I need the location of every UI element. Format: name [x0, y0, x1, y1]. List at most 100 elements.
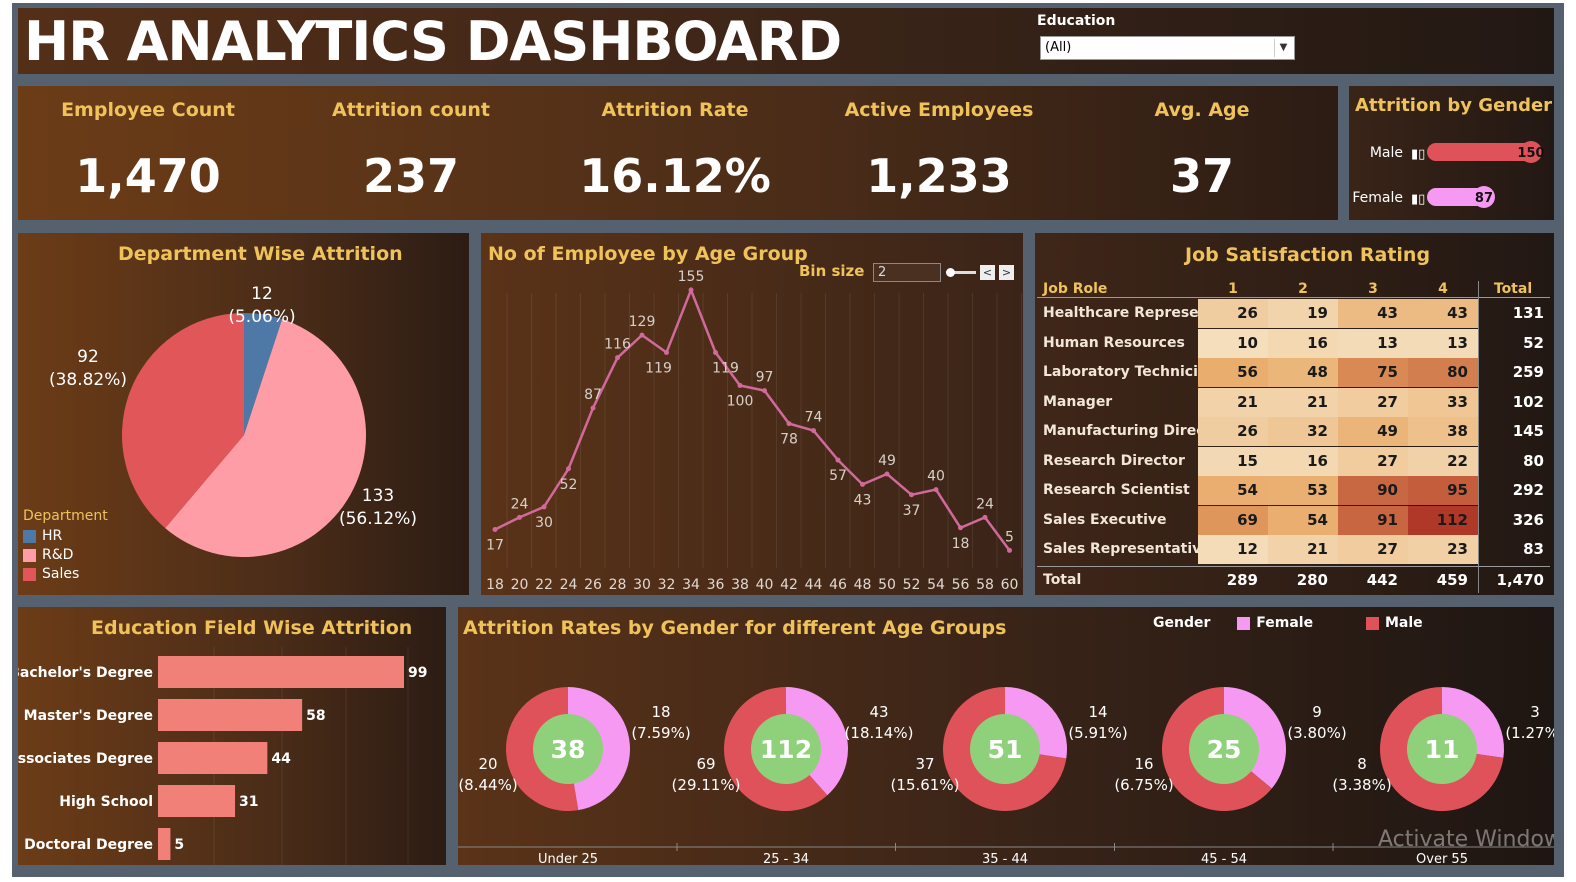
row-total: 145 [1512, 422, 1544, 440]
donut-total: 112 [760, 735, 812, 764]
job-role-label: Manager [1043, 393, 1113, 410]
education-bar [158, 828, 171, 860]
heatmap-cell: 69 [1198, 505, 1268, 535]
heatmap-cell: 27 [1338, 535, 1408, 564]
donut-total: 11 [1425, 735, 1460, 764]
legend-item-rd[interactable]: R&D [23, 547, 108, 563]
male-pct-label: (6.75%) [1114, 776, 1173, 794]
heatmap-cell: 49 [1338, 417, 1408, 446]
education-bar-chart: Bachelor's Degree 99 Master's Degree 58 Asso… [18, 647, 427, 865]
job-role-label: Manufacturing Direc.. [1043, 423, 1199, 439]
job-role-label: Laboratory Technici.. [1043, 364, 1199, 380]
job-role-label: Human Resources [1043, 334, 1185, 351]
age-data-point [639, 332, 645, 338]
legend-item-sales[interactable]: Sales [23, 566, 108, 582]
male-value-label: 20 [478, 755, 497, 773]
x-tick-label: 28 [609, 577, 627, 593]
gender-bar-label: Female [1352, 190, 1403, 206]
heatmap-cell: 22 [1408, 446, 1478, 476]
age-data-label: 119 [712, 360, 739, 376]
kpi-value: 1,470 [75, 149, 221, 203]
rating-header: 4 [1438, 281, 1448, 297]
gender-bar-chart: Male ▮▯ 150 Female ▮▯ 87 [1352, 141, 1545, 208]
legend-item-hr[interactable]: HR [23, 528, 108, 544]
education-filter-dropdown[interactable]: (All) ▼ [1040, 36, 1295, 60]
title-banner: HR ANALYTICS DASHBOARD Education (All) ▼ [18, 8, 1554, 74]
education-value: 5 [174, 837, 184, 853]
kpi-label: Employee Count [61, 99, 235, 121]
grand-total: 1,470 [1496, 570, 1544, 589]
x-tick-label: 58 [976, 577, 994, 593]
x-tick-label: 44 [805, 577, 823, 593]
heatmap-cell: 19 [1268, 299, 1338, 328]
x-tick-label: 24 [560, 577, 578, 593]
age-data-point [590, 405, 596, 411]
rating-header: 2 [1298, 281, 1308, 297]
x-tick-label: 50 [878, 577, 896, 593]
pie-pct-label: (5.06%) [228, 307, 295, 327]
dropdown-arrow-icon[interactable]: ▼ [1274, 39, 1292, 57]
education-value: 99 [408, 665, 427, 681]
education-filter-label: Education [1037, 13, 1116, 29]
x-tick-label: 54 [927, 577, 945, 593]
row-total: 80 [1523, 451, 1544, 470]
kpi-panel: Employee Count 1,470 Attrition count 237… [18, 86, 1338, 220]
column-total: 459 [1436, 570, 1468, 589]
kpi-value: 1,233 [866, 149, 1012, 203]
x-tick-label: 18 [486, 577, 504, 593]
heatmap-cell: 75 [1338, 358, 1408, 387]
female-pct-label: (3.80%) [1287, 724, 1346, 742]
heatmap-cell: 53 [1268, 476, 1338, 505]
age-data-point [541, 504, 547, 510]
age-data-label: 57 [829, 468, 847, 484]
total-row-label: Total [1043, 571, 1082, 588]
donut-total: 51 [988, 735, 1023, 764]
age-data-label: 129 [629, 314, 656, 330]
heatmap-cell: 54 [1198, 476, 1268, 505]
age-data-label: 40 [927, 469, 945, 485]
pie-value-label: 92 [77, 347, 99, 367]
heatmap-cell: 10 [1198, 328, 1268, 358]
pie-pct-label: (56.12%) [339, 509, 417, 529]
age-data-label: 87 [584, 387, 602, 403]
rating-header: 3 [1368, 281, 1378, 297]
age-data-point [615, 355, 620, 361]
age-data-point [933, 487, 939, 493]
heatmap-cell: 38 [1408, 417, 1478, 446]
x-tick-label: 34 [682, 577, 700, 593]
heatmap-cell: 12 [1198, 535, 1268, 564]
heatmap-cell: 90 [1338, 476, 1408, 505]
x-tick-label: 32 [658, 577, 676, 593]
heatmap-cell: 54 [1268, 505, 1338, 535]
male-pct-label: (29.11%) [672, 776, 741, 794]
age-group-label: Under 25 [538, 852, 598, 865]
donut-total: 25 [1207, 735, 1242, 764]
heatmap-cell: 112 [1408, 505, 1478, 535]
header-divider [1037, 297, 1550, 298]
female-pct-label: (1.27%) [1505, 724, 1554, 742]
female-value-label: 3 [1530, 703, 1540, 721]
age-line-panel: No of Employee by Age Group Bin size 2 <… [481, 233, 1023, 595]
heatmap-cell: 16 [1268, 446, 1338, 476]
education-label: Master's Degree [24, 708, 153, 724]
pie-value-label: 12 [251, 284, 273, 304]
heatmap-cell: 27 [1338, 446, 1408, 476]
bar-chart-icon: ▮▯ [1411, 147, 1425, 162]
heatmap-cell: 56 [1198, 358, 1268, 387]
age-data-label: 24 [511, 496, 529, 512]
dashboard-title: HR ANALYTICS DASHBOARD [24, 10, 842, 73]
department-legend: Department HR R&D Sales [23, 508, 108, 582]
age-data-label: 97 [756, 370, 774, 386]
age-data-point [566, 466, 571, 472]
heatmap-cell: 43 [1408, 299, 1478, 328]
heatmap-cell: 26 [1198, 299, 1268, 328]
gender-bar-value: 87 [1475, 191, 1493, 206]
heatmap-cell: 26 [1198, 417, 1268, 446]
male-pct-label: (8.44%) [458, 776, 517, 794]
age-data-label: 78 [780, 432, 798, 448]
age-data-point [835, 457, 841, 463]
education-value: 31 [239, 794, 258, 810]
rating-header: 1 [1228, 281, 1238, 297]
heatmap-cell: 13 [1338, 328, 1408, 358]
age-data-point [713, 349, 718, 355]
